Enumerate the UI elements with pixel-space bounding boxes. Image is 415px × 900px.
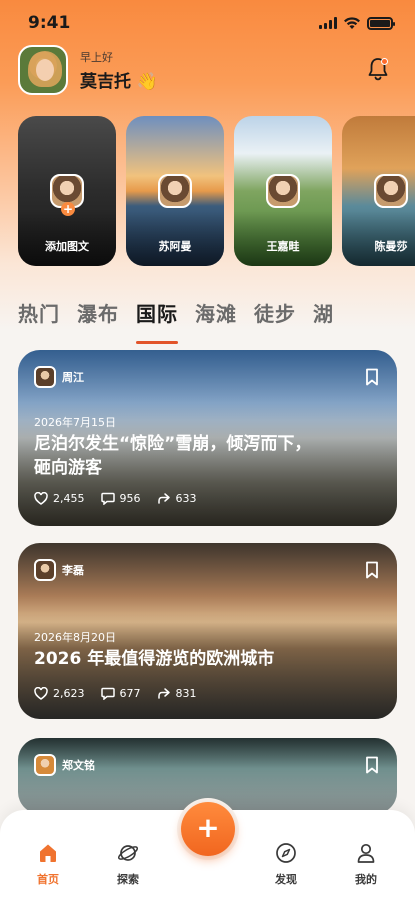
status-bar: 9:41	[0, 0, 415, 46]
status-time: 9:41	[28, 13, 71, 33]
bookmark-icon[interactable]	[365, 368, 379, 386]
nav-home[interactable]: 首页	[18, 842, 78, 887]
comment-icon	[100, 492, 115, 505]
comment-stat[interactable]: 677	[100, 687, 141, 700]
plus-icon: +	[181, 802, 235, 856]
plus-icon: +	[61, 202, 75, 216]
nav-explore[interactable]: 探索	[98, 842, 158, 887]
like-stat[interactable]: 2,623	[34, 687, 85, 700]
post-author[interactable]: 李磊	[34, 559, 84, 581]
story-label: 陈曼莎	[374, 240, 408, 253]
like-count: 2,623	[53, 687, 85, 700]
post-title: 尼泊尔发生“惊险”雪崩，倾泻而下，砸向游客	[34, 434, 312, 478]
notification-dot	[381, 58, 388, 65]
tab-hiking[interactable]: 徒步	[254, 298, 296, 338]
story-add-post[interactable]: + 添加图文	[18, 116, 116, 266]
nav-label: 我的	[355, 873, 377, 886]
share-count: 633	[175, 492, 197, 505]
add-post-button[interactable]: +	[177, 798, 239, 860]
comment-stat[interactable]: 956	[100, 492, 141, 505]
profile-header: 早上好 莫吉托 👋	[18, 44, 398, 96]
author-avatar	[34, 754, 56, 776]
status-icons	[319, 16, 395, 30]
post-title: 2026 年最值得游览的欧洲城市	[34, 649, 275, 669]
author-avatar	[34, 559, 56, 581]
story-avatar	[158, 174, 192, 208]
story-label: 王嘉畦	[266, 240, 300, 253]
share-stat[interactable]: 831	[157, 687, 197, 700]
author-name: 周江	[62, 371, 84, 384]
like-stat[interactable]: 2,455	[34, 492, 85, 505]
post-card[interactable]: 周江 2026年7月15日 尼泊尔发生“惊险”雪崩，倾泻而下，砸向游客 2,45…	[18, 350, 397, 526]
nav-label: 发现	[275, 873, 297, 886]
nav-label: 探索	[117, 873, 139, 886]
user-name: 莫吉托 👋	[80, 71, 159, 92]
nav-me[interactable]: 我的	[336, 842, 396, 887]
greeting-text: 早上好	[80, 50, 113, 64]
user-avatar[interactable]	[18, 45, 68, 95]
battery-icon	[367, 16, 395, 30]
wifi-icon	[344, 16, 360, 29]
post-card[interactable]: 李磊 2026年8月20日 2026 年最值得游览的欧洲城市 2,623 677…	[18, 543, 397, 719]
post-author[interactable]: 周江	[34, 366, 84, 388]
nav-discover[interactable]: 发现	[256, 842, 316, 887]
author-name: 李磊	[62, 564, 84, 577]
signal-icon	[319, 17, 337, 29]
tab-hot[interactable]: 热门	[18, 298, 60, 338]
story-label: 苏阿曼	[158, 240, 192, 253]
category-tabs: 热门 瀑布 国际 海滩 徒步 湖	[18, 298, 415, 344]
post-author[interactable]: 郑文铭	[34, 754, 95, 776]
story-item[interactable]: 苏阿曼	[126, 116, 224, 266]
notification-button[interactable]	[366, 56, 390, 82]
heart-icon	[34, 687, 48, 700]
post-date: 2026年7月15日	[34, 416, 116, 429]
bookmark-icon[interactable]	[365, 561, 379, 579]
share-stat[interactable]: 633	[157, 492, 197, 505]
author-avatar	[34, 366, 56, 388]
author-name: 郑文铭	[62, 759, 95, 772]
stories-row: + 添加图文 苏阿曼 王嘉畦 陈曼莎	[18, 116, 415, 266]
comment-count: 677	[119, 687, 141, 700]
tab-lake[interactable]: 湖	[313, 298, 334, 338]
story-avatar	[374, 174, 408, 208]
comment-icon	[100, 687, 115, 700]
greeting-block: 早上好 莫吉托 👋	[80, 49, 158, 92]
tab-beach[interactable]: 海滩	[195, 298, 237, 338]
post-date: 2026年8月20日	[34, 631, 116, 644]
tab-international[interactable]: 国际	[136, 298, 178, 344]
share-icon	[157, 688, 170, 699]
bookmark-icon[interactable]	[365, 756, 379, 774]
post-stats: 2,623 677 831	[34, 687, 213, 700]
story-item[interactable]: 陈曼莎	[342, 116, 415, 266]
story-avatar	[266, 174, 300, 208]
heart-icon	[34, 492, 48, 505]
home-icon	[40, 844, 56, 862]
share-icon	[157, 493, 170, 504]
post-stats: 2,455 956 633	[34, 492, 213, 505]
story-item[interactable]: 王嘉畦	[234, 116, 332, 266]
planet-icon	[117, 845, 139, 861]
nav-label: 首页	[37, 873, 59, 886]
share-count: 831	[175, 687, 197, 700]
story-label: 添加图文	[45, 240, 89, 253]
like-count: 2,455	[53, 492, 85, 505]
comment-count: 956	[119, 492, 141, 505]
user-icon	[357, 843, 375, 863]
tab-waterfall[interactable]: 瀑布	[77, 298, 119, 338]
compass-icon	[276, 843, 296, 863]
